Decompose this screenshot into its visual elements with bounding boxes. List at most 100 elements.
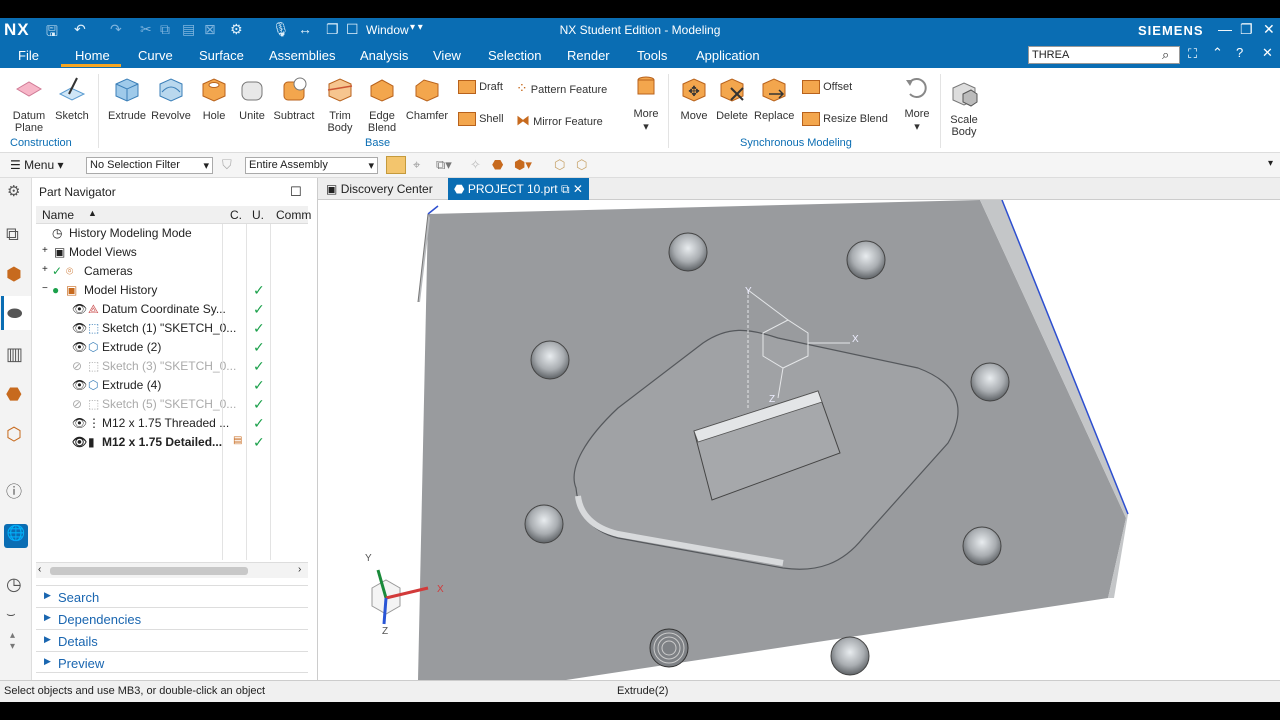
tree-row-threaded-hole[interactable]: 👁 ⋮ M12 x 1.75 Threaded ... ✓: [36, 414, 308, 433]
maximize-panel-icon[interactable]: ☐: [290, 184, 302, 200]
column-uptodate[interactable]: U.: [252, 208, 264, 222]
search-icon[interactable]: ⌕: [1162, 47, 1169, 63]
tab-curve[interactable]: Curve: [138, 48, 173, 63]
globe-icon[interactable]: 🌐: [4, 524, 28, 548]
close-icon[interactable]: ✕: [1263, 21, 1275, 38]
constraint-navigator-icon[interactable]: ⬢: [6, 264, 22, 285]
tab-home[interactable]: Home: [75, 48, 110, 63]
settings-gear-icon[interactable]: ⚙: [7, 182, 20, 200]
scrollbar-thumb[interactable]: [50, 567, 248, 575]
select-feature-icon[interactable]: ⌖: [413, 157, 420, 173]
visibility-eye-icon[interactable]: 👁: [72, 416, 87, 430]
tab-tools[interactable]: Tools: [637, 48, 667, 63]
reuse-library-icon[interactable]: ▥: [6, 344, 23, 365]
panel-search[interactable]: ▶ Search: [36, 585, 308, 607]
tab-selection[interactable]: Selection: [488, 48, 541, 63]
graphics-window[interactable]: Y X Z Y X Z: [318, 178, 1280, 680]
hidden-eye-icon[interactable]: ⊘: [72, 397, 82, 411]
base-more-button[interactable]: More ▾: [626, 72, 666, 133]
command-search-input[interactable]: THREA: [1028, 46, 1180, 64]
collapse-ribbon-icon[interactable]: ⌃: [1212, 45, 1223, 61]
tab-project-10[interactable]: ⬣ PROJECT 10.prt ⧉ ✕: [448, 178, 589, 200]
funnel-icon[interactable]: ⛉: [222, 157, 232, 173]
sort-ascending-icon[interactable]: ▲: [88, 208, 97, 218]
part-navigator-tab[interactable]: ⬬: [1, 296, 31, 330]
horizontal-scrollbar[interactable]: ‹ ›: [36, 562, 308, 578]
fullscreen-icon[interactable]: ⛶: [1188, 46, 1197, 62]
tree-row-datum-csys[interactable]: 👁 ⟁ Datum Coordinate Sy... ✓: [36, 300, 308, 319]
scale-body-button[interactable]: Scale Body: [944, 78, 984, 138]
menu-button[interactable]: ☰ Menu ▾: [10, 158, 64, 172]
tab-view[interactable]: View: [433, 48, 461, 63]
select-component-icon[interactable]: ⬢▾: [514, 157, 532, 173]
tree-row-cameras[interactable]: + ✓ ⌾ Cameras: [36, 262, 308, 281]
visibility-eye-icon[interactable]: 👁: [72, 302, 87, 316]
web-browser-icon[interactable]: ⬡: [6, 424, 22, 445]
collapse-icon[interactable]: −: [42, 283, 48, 294]
visibility-eye-icon[interactable]: 👁: [72, 435, 87, 449]
tab-discovery-center[interactable]: ▣ Discovery Center: [320, 178, 439, 200]
select-all-icon[interactable]: ⬡: [576, 157, 587, 173]
scroll-left-icon[interactable]: ‹: [38, 564, 41, 575]
select-face-icon[interactable]: ⧉▾: [436, 157, 452, 173]
shell-button[interactable]: Shell: [458, 112, 504, 126]
select-assembly-icon[interactable]: ⬡: [554, 157, 565, 173]
file-menu[interactable]: File: [18, 48, 39, 63]
tree-row-extrude-2[interactable]: 👁 ⬡ Extrude (2) ✓: [36, 338, 308, 357]
pattern-feature-button[interactable]: ⁘ Pattern Feature: [516, 80, 607, 97]
mirror-feature-button[interactable]: ⧓ Mirror Feature: [516, 112, 603, 129]
tree-row-sketch-1[interactable]: 👁 ⬚ Sketch (1) "SKETCH_0... ✓: [36, 319, 308, 338]
sync-more-button[interactable]: More ▾: [898, 72, 936, 133]
help-icon[interactable]: ?: [1236, 45, 1243, 60]
tree-row-sketch-3[interactable]: ⊘ ⬚ Sketch (3) "SKETCH_0... ✓: [36, 357, 308, 376]
delete-face-button[interactable]: Delete: [714, 74, 750, 122]
sketch-button[interactable]: Sketch: [52, 74, 92, 122]
resize-blend-button[interactable]: Resize Blend: [802, 112, 888, 126]
tree-row-extrude-4[interactable]: 👁 ⬡ Extrude (4) ✓: [36, 376, 308, 395]
popout-icon[interactable]: ⧉: [561, 182, 570, 196]
tree-row-history-mode[interactable]: ◷ History Modeling Mode: [36, 224, 308, 243]
visibility-eye-icon[interactable]: 👁: [72, 321, 87, 335]
column-current[interactable]: C.: [230, 208, 242, 222]
column-comment[interactable]: Comm: [276, 208, 311, 222]
draft-button[interactable]: Draft: [458, 80, 503, 94]
subtract-button[interactable]: Subtract: [272, 74, 316, 122]
strip-scroll-icon[interactable]: ▴ ▾: [10, 630, 15, 652]
toolbar-options-chevron-icon[interactable]: ▾: [1268, 158, 1273, 169]
revolve-button[interactable]: Revolve: [150, 74, 192, 122]
panel-dependencies[interactable]: ▶ Dependencies: [36, 607, 308, 629]
visibility-eye-icon[interactable]: 👁: [72, 340, 87, 354]
panel-preview[interactable]: ▶ Preview: [36, 651, 308, 673]
tab-application[interactable]: Application: [696, 48, 760, 63]
chamfer-button[interactable]: Chamfer: [404, 74, 450, 122]
select-body-icon[interactable]: ⬣: [492, 157, 503, 173]
model-viewport[interactable]: [318, 178, 1280, 680]
edge-blend-button[interactable]: Edge Blend: [362, 74, 402, 134]
restore-icon[interactable]: ❐: [1240, 21, 1253, 38]
select-edge-icon[interactable]: ✧: [470, 157, 481, 173]
roles-icon[interactable]: ⌣: [6, 606, 16, 623]
scroll-right-icon[interactable]: ›: [298, 564, 301, 575]
tree-row-detailed-thread[interactable]: 👁 ▮ M12 x 1.75 Detailed... ▤ ✓: [36, 433, 308, 452]
tab-close-icon[interactable]: ✕: [573, 182, 583, 196]
replace-face-button[interactable]: Replace: [754, 74, 794, 122]
info-icon[interactable]: ⓘ: [6, 478, 22, 502]
selection-filter-select[interactable]: No Selection Filter ▾: [86, 157, 213, 174]
hole-button[interactable]: Hole: [194, 74, 234, 122]
move-face-button[interactable]: ✥ Move: [676, 74, 712, 122]
tab-surface[interactable]: Surface: [199, 48, 244, 63]
tab-render[interactable]: Render: [567, 48, 610, 63]
expand-icon[interactable]: +: [42, 264, 48, 275]
tree-row-sketch-5[interactable]: ⊘ ⬚ Sketch (5) "SKETCH_0... ✓: [36, 395, 308, 414]
panel-details[interactable]: ▶ Details: [36, 629, 308, 651]
assembly-navigator-icon[interactable]: ⧉: [6, 224, 19, 245]
minimize-icon[interactable]: —: [1218, 21, 1232, 37]
tree-row-model-views[interactable]: + ▣ Model Views: [36, 243, 308, 262]
hidden-eye-icon[interactable]: ⊘: [72, 359, 82, 373]
tab-analysis[interactable]: Analysis: [360, 48, 408, 63]
offset-region-button[interactable]: Offset: [802, 80, 852, 94]
tab-assemblies[interactable]: Assemblies: [269, 48, 335, 63]
history-clock-icon[interactable]: ◷: [6, 574, 22, 595]
selection-scope-select[interactable]: Entire Assembly ▾: [245, 157, 378, 174]
snap-toggle-icon[interactable]: [386, 156, 406, 174]
